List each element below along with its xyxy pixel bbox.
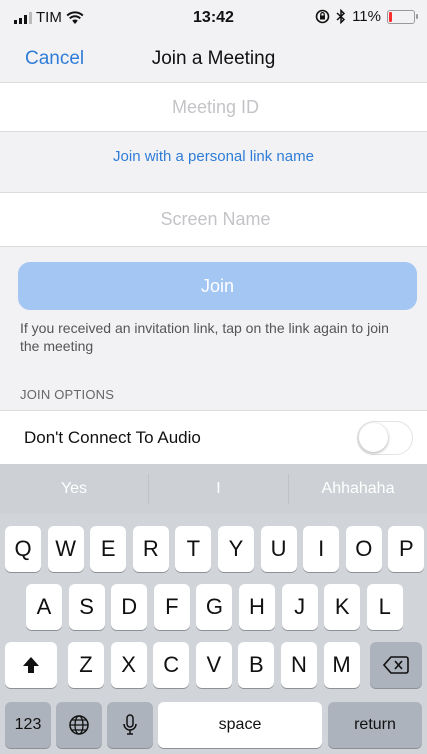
battery-icon xyxy=(387,9,418,24)
suggestion-bar: Yes I Ahhahaha xyxy=(0,464,427,514)
meeting-id-row xyxy=(0,82,427,132)
suggestion-2[interactable]: I xyxy=(149,464,288,514)
key-d[interactable]: D xyxy=(111,584,148,630)
bluetooth-icon xyxy=(336,9,346,24)
key-z[interactable]: Z xyxy=(68,642,104,688)
return-key[interactable]: return xyxy=(328,702,422,748)
status-right: 11% xyxy=(315,8,418,25)
shift-key[interactable] xyxy=(5,642,57,688)
globe-icon xyxy=(69,715,89,735)
screen-name-input[interactable] xyxy=(0,208,427,231)
toggle-knob xyxy=(359,423,388,452)
key-a[interactable]: A xyxy=(26,584,62,630)
key-u[interactable]: U xyxy=(260,526,297,572)
suggestion-1[interactable]: Yes xyxy=(0,464,148,514)
key-x[interactable]: X xyxy=(110,642,147,688)
key-k[interactable]: K xyxy=(324,584,361,630)
key-c[interactable]: C xyxy=(153,642,190,688)
key-i[interactable]: I xyxy=(303,526,340,572)
key-p[interactable]: P xyxy=(388,526,425,572)
nav-bar: Cancel Join a Meeting xyxy=(0,38,427,82)
status-bar: TIM 13:42 11% xyxy=(0,0,427,38)
key-j[interactable]: J xyxy=(281,584,318,630)
key-h[interactable]: H xyxy=(239,584,275,630)
key-y[interactable]: Y xyxy=(218,526,254,572)
key-o[interactable]: O xyxy=(345,526,382,572)
key-v[interactable]: V xyxy=(195,642,232,688)
key-g[interactable]: G xyxy=(196,584,233,630)
screen-name-row xyxy=(0,192,427,247)
microphone-key[interactable] xyxy=(107,702,153,748)
space-key[interactable]: space xyxy=(158,702,322,748)
suggestion-3[interactable]: Ahhahaha xyxy=(289,464,427,514)
microphone-icon xyxy=(123,714,137,735)
dont-connect-audio-toggle[interactable] xyxy=(357,421,413,455)
backspace-icon xyxy=(382,656,409,674)
join-hint-text: If you received an invitation link, tap … xyxy=(20,320,389,354)
key-q[interactable]: Q xyxy=(5,526,41,572)
page-title: Join a Meeting xyxy=(151,48,276,69)
key-f[interactable]: F xyxy=(153,584,190,630)
join-button[interactable]: Join xyxy=(18,262,417,310)
dont-connect-audio-label: Don't Connect To Audio xyxy=(24,428,201,447)
key-l[interactable]: L xyxy=(366,584,403,630)
key-m[interactable]: M xyxy=(323,642,360,688)
key-w[interactable]: W xyxy=(47,526,84,572)
meeting-id-input[interactable] xyxy=(0,96,427,119)
key-e[interactable]: E xyxy=(90,526,127,572)
personal-link-button[interactable]: Join with a personal link name xyxy=(0,131,427,192)
battery-percent: 11% xyxy=(352,8,381,25)
globe-key[interactable] xyxy=(56,702,102,748)
join-options-header: JOIN OPTIONS xyxy=(20,387,115,402)
key-t[interactable]: T xyxy=(175,526,212,572)
rotation-lock-icon xyxy=(315,9,330,24)
key-s[interactable]: S xyxy=(68,584,105,630)
delete-key[interactable] xyxy=(370,642,422,688)
shift-icon xyxy=(23,657,39,673)
numbers-key[interactable]: 123 xyxy=(5,702,51,748)
keyboard: Yes I Ahhahaha QWERTYUIOPASDFGHJKLZXCVBN… xyxy=(0,464,427,754)
key-r[interactable]: R xyxy=(132,526,169,572)
key-b[interactable]: B xyxy=(238,642,275,688)
key-n[interactable]: N xyxy=(281,642,317,688)
